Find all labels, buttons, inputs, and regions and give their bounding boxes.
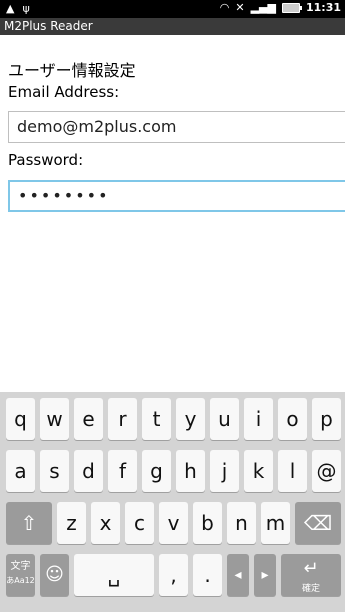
input-mode-label-bottom: あAa12: [6, 576, 35, 585]
key-a[interactable]: a: [6, 450, 35, 492]
clock: 11:31: [305, 1, 341, 14]
email-field[interactable]: demo@m2plus.com: [8, 111, 345, 143]
warning-icon: ▲: [6, 2, 15, 15]
key-i[interactable]: i: [244, 398, 273, 440]
key-f[interactable]: f: [108, 450, 137, 492]
soft-keyboard: q w e r t y u i o p a s d f g h j k l @ …: [0, 392, 345, 612]
notification-area: ▲ ψ: [6, 2, 30, 15]
app-title: M2Plus Reader: [4, 19, 93, 33]
vibrate-icon: ✕: [235, 1, 245, 14]
wifi-icon: ◠: [219, 1, 230, 14]
key-m[interactable]: m: [261, 502, 290, 544]
status-icons: ◠ ✕ ▂▄▆ 11:31: [220, 1, 341, 14]
app-title-bar: M2Plus Reader: [0, 18, 345, 35]
emoji-key[interactable]: ☺: [40, 554, 69, 596]
key-n[interactable]: n: [227, 502, 256, 544]
settings-form: ユーザー情報設定 Email Address: demo@m2plus.com …: [0, 35, 345, 392]
arrow-right-icon: ▸: [261, 567, 269, 583]
password-label: Password:: [8, 151, 84, 169]
input-mode-label-top: 文字: [10, 561, 31, 572]
backspace-icon: ⌫: [303, 511, 333, 535]
key-j[interactable]: j: [210, 450, 239, 492]
backspace-key[interactable]: ⌫: [295, 502, 341, 544]
key-g[interactable]: g: [142, 450, 171, 492]
key-r[interactable]: r: [108, 398, 137, 440]
space-icon: ␣: [107, 563, 121, 587]
key-e[interactable]: e: [74, 398, 103, 440]
key-c[interactable]: c: [125, 502, 154, 544]
battery-icon: [281, 2, 302, 13]
key-d[interactable]: d: [74, 450, 103, 492]
key-at[interactable]: @: [312, 450, 341, 492]
comma-key[interactable]: ,: [159, 554, 188, 596]
usb-icon: ψ: [22, 2, 30, 15]
page-title: ユーザー情報設定: [8, 61, 136, 80]
key-o[interactable]: o: [278, 398, 307, 440]
enter-label: 確定: [301, 584, 320, 594]
key-z[interactable]: z: [57, 502, 86, 544]
input-mode-key[interactable]: 文字 あAa12: [6, 554, 35, 596]
cursor-right-key[interactable]: ▸: [254, 554, 276, 596]
period-key[interactable]: .: [193, 554, 222, 596]
smiley-icon: ☺: [45, 564, 64, 585]
status-bar: ▲ ψ ◠ ✕ ▂▄▆ 11:31: [0, 0, 345, 18]
key-s[interactable]: s: [40, 450, 69, 492]
key-v[interactable]: v: [159, 502, 188, 544]
key-u[interactable]: u: [210, 398, 239, 440]
password-field[interactable]: ••••••••: [8, 180, 345, 212]
cursor-left-key[interactable]: ◂: [227, 554, 249, 596]
arrow-left-icon: ◂: [234, 567, 242, 583]
signal-icon: ▂▄▆: [250, 1, 276, 14]
key-w[interactable]: w: [40, 398, 69, 440]
key-t[interactable]: t: [142, 398, 171, 440]
key-k[interactable]: k: [244, 450, 273, 492]
key-b[interactable]: b: [193, 502, 222, 544]
key-q[interactable]: q: [6, 398, 35, 440]
key-l[interactable]: l: [278, 450, 307, 492]
key-y[interactable]: y: [176, 398, 205, 440]
email-label: Email Address:: [8, 83, 120, 101]
key-h[interactable]: h: [176, 450, 205, 492]
key-x[interactable]: x: [91, 502, 120, 544]
key-p[interactable]: p: [312, 398, 341, 440]
shift-icon: ⇧: [20, 511, 38, 535]
shift-key[interactable]: ⇧: [6, 502, 52, 544]
space-key[interactable]: ␣: [74, 554, 154, 596]
enter-icon: ↵: [303, 558, 319, 579]
enter-key[interactable]: ↵ 確定: [281, 554, 341, 596]
